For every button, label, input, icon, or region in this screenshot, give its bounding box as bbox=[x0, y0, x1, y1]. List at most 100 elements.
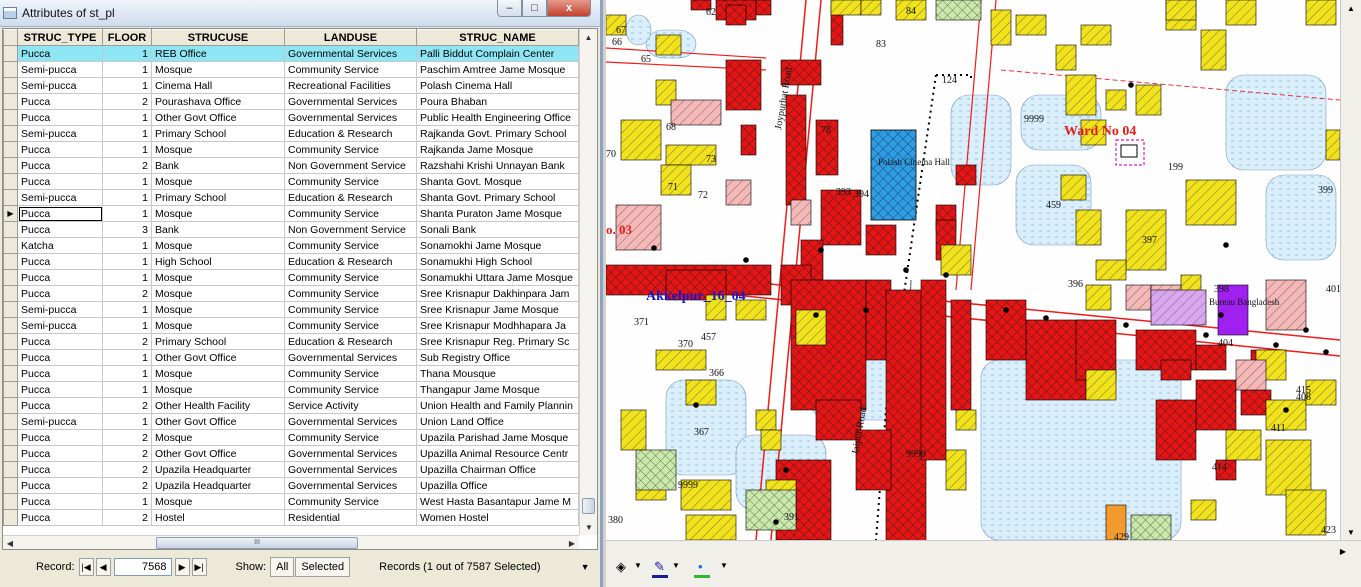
table-cell[interactable]: Governmental Services bbox=[284, 45, 417, 62]
table-cell[interactable]: Pucca bbox=[17, 365, 103, 382]
table-cell[interactable]: Mosque bbox=[151, 141, 285, 158]
table-cell[interactable]: Semi-pucca bbox=[17, 189, 103, 206]
table-cell[interactable]: 1 bbox=[102, 77, 152, 94]
table-row[interactable]: Pucca 1 Mosque Community Service Thangapur J… bbox=[3, 381, 579, 398]
table-row[interactable]: Pucca 1 High School Education & Research Son… bbox=[3, 253, 579, 270]
row-selector[interactable] bbox=[3, 157, 18, 174]
table-cell[interactable]: REB Office bbox=[151, 45, 285, 62]
table-row[interactable]: Pucca 1 Mosque Community Service Thana Mousq… bbox=[3, 365, 579, 382]
table-cell[interactable]: 1 bbox=[102, 317, 152, 334]
table-cell[interactable]: Sree Krisnapur Jame Mosque bbox=[416, 301, 579, 318]
table-cell[interactable]: Pucca bbox=[17, 157, 103, 174]
row-selector[interactable] bbox=[3, 93, 18, 110]
table-cell[interactable]: Sub Registry Office bbox=[416, 349, 579, 366]
row-selector[interactable] bbox=[3, 397, 18, 414]
table-cell[interactable]: Pucca bbox=[17, 253, 103, 270]
table-cell[interactable]: Other Govt Office bbox=[151, 349, 285, 366]
table-cell[interactable]: Mosque bbox=[151, 493, 285, 510]
table-cell[interactable]: Other Health Facility bbox=[151, 397, 285, 414]
table-cell[interactable]: Hostel bbox=[151, 509, 285, 526]
row-selector[interactable] bbox=[3, 381, 18, 398]
table-row[interactable]: Pucca 2 Pourashava Office Governmental Serv… bbox=[3, 93, 579, 110]
row-selector[interactable] bbox=[3, 445, 18, 462]
table-row[interactable]: Pucca 2 Mosque Community Service Sree Krisna… bbox=[3, 285, 579, 302]
line-color-dropdown-icon[interactable]: ▼ bbox=[672, 561, 680, 570]
table-cell[interactable]: Sree Krisnapur Dakhinpara Jam bbox=[416, 285, 579, 302]
map-scroll-right-icon[interactable]: ▶ bbox=[1331, 543, 1355, 559]
row-selector[interactable] bbox=[3, 413, 18, 430]
table-row[interactable]: Pucca 2 Bank Non Government Service Razshahi… bbox=[3, 157, 579, 174]
previous-record-icon[interactable]: ◀ bbox=[95, 558, 111, 576]
table-row[interactable]: Pucca 2 Mosque Community Service Upazila Par… bbox=[3, 429, 579, 446]
table-cell[interactable]: Community Service bbox=[284, 301, 417, 318]
table-cell[interactable]: Union Health and Family Plannin bbox=[416, 397, 579, 414]
table-cell[interactable]: Mosque bbox=[151, 365, 285, 382]
table-cell[interactable]: Primary School bbox=[151, 189, 285, 206]
table-cell[interactable]: Pucca bbox=[17, 221, 103, 238]
table-cell[interactable]: 1 bbox=[102, 301, 152, 318]
column-header[interactable]: STRUC_TYPE bbox=[17, 29, 103, 46]
table-cell[interactable]: 2 bbox=[102, 445, 152, 462]
table-cell[interactable]: Education & Research bbox=[284, 333, 417, 350]
last-record-icon[interactable]: ▶| bbox=[191, 558, 207, 576]
row-selector[interactable] bbox=[3, 285, 18, 302]
table-cell[interactable]: Pucca bbox=[17, 141, 103, 158]
minimize-button[interactable]: – bbox=[497, 0, 522, 17]
table-row[interactable]: Semi-pucca 1 Mosque Community Service Sree K… bbox=[3, 317, 579, 334]
table-cell[interactable]: Non Government Service bbox=[284, 157, 417, 174]
table-cell[interactable]: 2 bbox=[102, 157, 152, 174]
maximize-button[interactable]: □ bbox=[522, 0, 547, 17]
table-cell[interactable]: Union Land Office bbox=[416, 413, 579, 430]
table-cell[interactable]: Community Service bbox=[284, 237, 417, 254]
row-selector[interactable] bbox=[3, 493, 18, 510]
table-row[interactable]: Pucca 1 Mosque Community Service West Hasta … bbox=[3, 493, 579, 510]
table-cell[interactable]: Education & Research bbox=[284, 189, 417, 206]
table-cell[interactable]: Upazilla Chairman Office bbox=[416, 461, 579, 478]
table-cell[interactable]: 2 bbox=[102, 397, 152, 414]
table-cell[interactable]: Community Service bbox=[284, 141, 417, 158]
table-cell[interactable]: 1 bbox=[102, 237, 152, 254]
table-cell[interactable]: Public Health Engineering Office bbox=[416, 109, 579, 126]
table-cell[interactable]: Thangapur Jame Mosque bbox=[416, 381, 579, 398]
table-cell[interactable]: Community Service bbox=[284, 317, 417, 334]
table-cell[interactable]: 1 bbox=[102, 45, 152, 62]
row-selector[interactable] bbox=[3, 317, 18, 334]
options-dropdown-icon[interactable]: ▼ bbox=[578, 557, 593, 577]
table-cell[interactable]: Pucca bbox=[17, 349, 103, 366]
map-vertical-scrollbar[interactable]: ▲ ▼ bbox=[1340, 0, 1361, 540]
table-row[interactable]: Pucca 3 Bank Non Government Service Sonali B… bbox=[3, 221, 579, 238]
table-cell[interactable]: Women Hostel bbox=[416, 509, 579, 526]
column-header[interactable]: STRUCUSE bbox=[151, 29, 285, 46]
row-selector[interactable] bbox=[3, 349, 18, 366]
column-header[interactable]: FLOOR bbox=[102, 29, 152, 46]
table-cell[interactable]: 2 bbox=[102, 333, 152, 350]
show-all-button[interactable]: All bbox=[270, 557, 295, 577]
map-canvas[interactable]: Ward No 04Akkelpur_16_04o. 03Joypurhat R… bbox=[606, 0, 1340, 540]
table-cell[interactable]: Non Government Service bbox=[284, 221, 417, 238]
table-cell[interactable]: 1 bbox=[102, 269, 152, 286]
table-cell[interactable]: Pucca bbox=[17, 477, 103, 494]
table-cell[interactable]: Poura Bhaban bbox=[416, 93, 579, 110]
table-cell[interactable]: Governmental Services bbox=[284, 93, 417, 110]
table-row[interactable]: Semi-pucca 1 Other Govt Office Governmental… bbox=[3, 413, 579, 430]
table-cell[interactable]: Pucca bbox=[17, 381, 103, 398]
table-cell[interactable]: 1 bbox=[102, 413, 152, 430]
horizontal-scroll-thumb[interactable]: III bbox=[156, 537, 358, 549]
table-cell[interactable]: Community Service bbox=[284, 365, 417, 382]
table-cell[interactable]: Upazilla Animal Resource Centr bbox=[416, 445, 579, 462]
first-record-icon[interactable]: |◀ bbox=[78, 558, 94, 576]
fill-color-dropdown-icon[interactable]: ▼ bbox=[634, 561, 642, 570]
map-scroll-down-icon[interactable]: ▼ bbox=[1341, 524, 1361, 540]
table-cell[interactable]: Sonamukhi Uttara Jame Mosque bbox=[416, 269, 579, 286]
table-cell[interactable]: Community Service bbox=[284, 493, 417, 510]
table-cell[interactable]: Upazila Headquarter bbox=[151, 461, 285, 478]
table-cell[interactable]: Governmental Services bbox=[284, 461, 417, 478]
table-cell[interactable]: Governmental Services bbox=[284, 413, 417, 430]
table-cell[interactable]: Pucca bbox=[17, 173, 103, 190]
row-selector[interactable] bbox=[3, 253, 18, 270]
table-cell[interactable]: Primary School bbox=[151, 125, 285, 142]
table-cell[interactable]: High School bbox=[151, 253, 285, 270]
table-cell[interactable]: Governmental Services bbox=[284, 349, 417, 366]
table-cell[interactable]: 1 bbox=[102, 173, 152, 190]
table-cell[interactable]: 1 bbox=[102, 61, 152, 78]
